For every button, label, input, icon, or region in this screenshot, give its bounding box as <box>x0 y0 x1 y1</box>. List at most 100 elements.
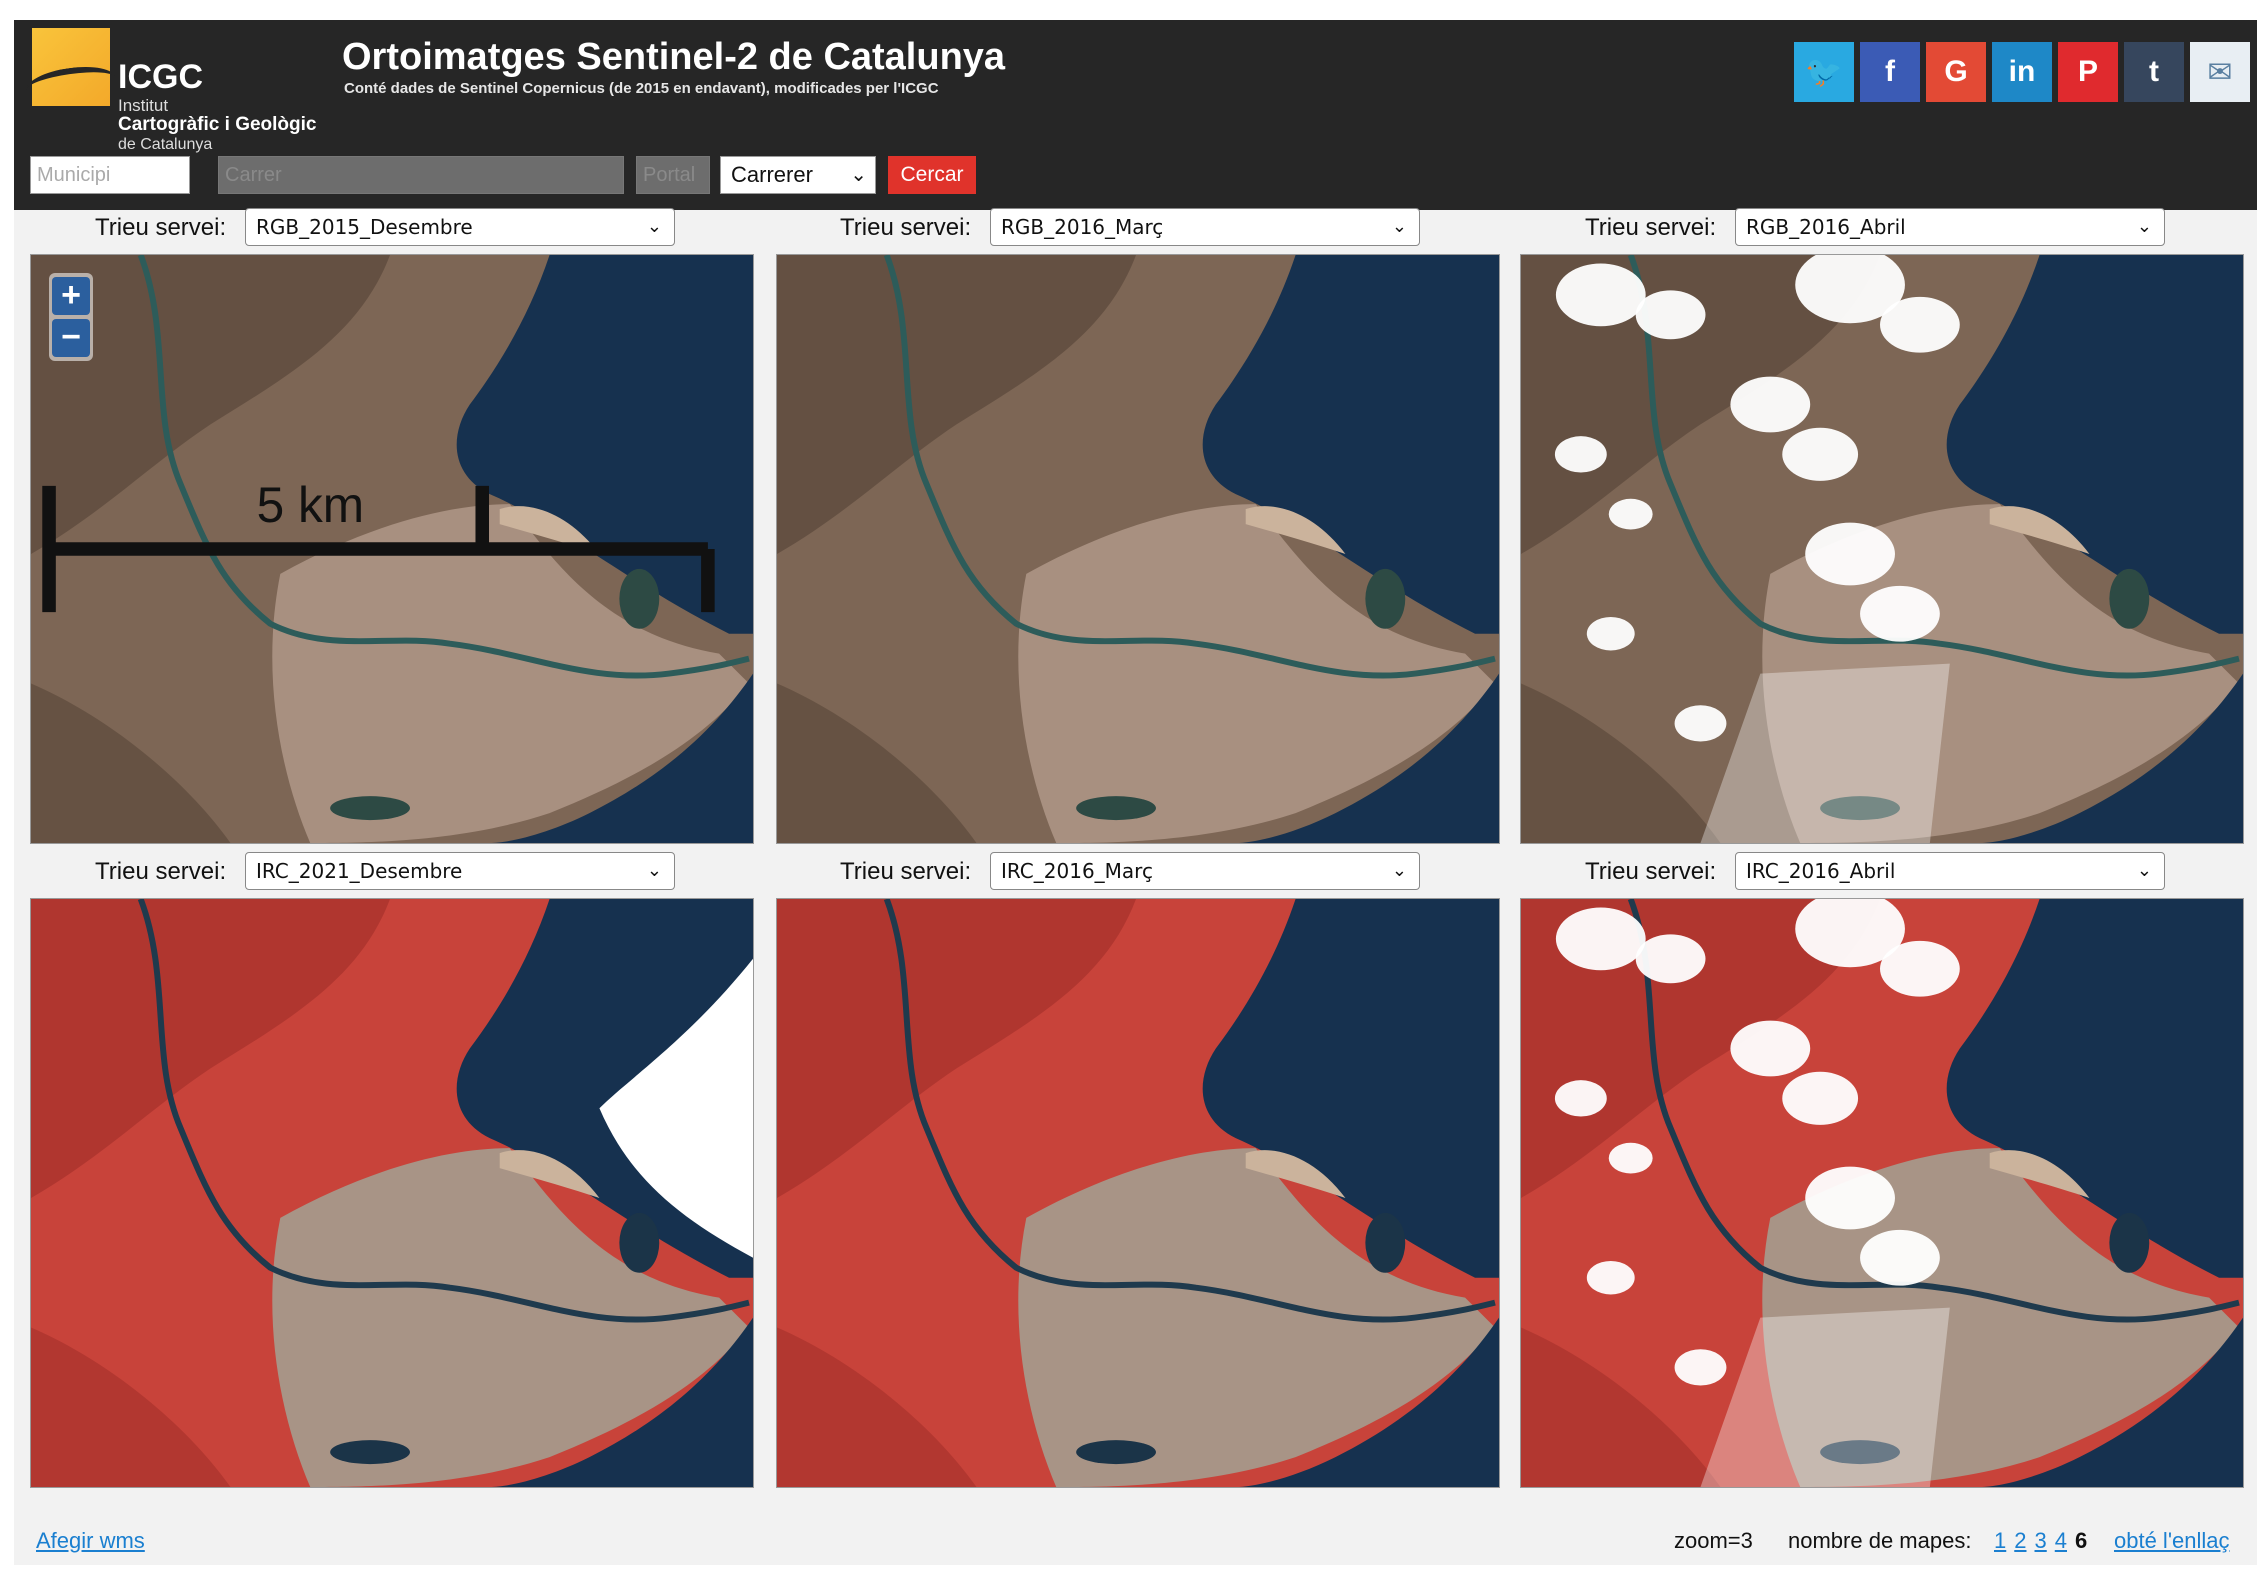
lagoon-1 <box>1365 568 1406 629</box>
search-type-select[interactable]: Carrerer ⌄ <box>720 156 876 194</box>
map-count-link-4[interactable]: 4 <box>2055 1528 2067 1553</box>
chevron-down-icon: ⌄ <box>646 216 662 237</box>
municipality-input[interactable]: Municipi <box>30 156 190 194</box>
cloud-1 <box>1635 290 1706 340</box>
service-select[interactable]: IRC_2016_Març ⌄ <box>990 852 1420 890</box>
service-label: Trieu servei: <box>840 214 972 241</box>
map-view-1[interactable]: + −5 km <box>30 254 754 844</box>
map-view-3[interactable] <box>1520 254 2244 844</box>
zoom-level-text: zoom=3 <box>1674 1528 1753 1553</box>
email-icon: ✉ <box>2207 55 2233 89</box>
logo-line-1: Institut <box>118 96 169 115</box>
map-count-current: 6 <box>2075 1528 2088 1553</box>
street-input[interactable]: Carrer <box>218 156 624 194</box>
add-wms-link[interactable]: Afegir wms <box>36 1528 145 1554</box>
twitter-icon: 🐦 <box>1805 55 1843 89</box>
scale-bar-line <box>42 485 715 613</box>
chevron-down-icon: ⌄ <box>2136 216 2152 237</box>
cloud-9 <box>1586 1260 1635 1295</box>
search-type-value: Carrerer <box>731 162 813 187</box>
facebook-share-button[interactable]: f <box>1860 42 1920 102</box>
scale-bar-label: 5 km <box>257 477 365 533</box>
google-plus-share-button[interactable]: G <box>1926 42 1986 102</box>
social-share-bar: 🐦 f Gin Pt ✉ <box>1794 42 2250 102</box>
cloud-7 <box>1860 585 1940 642</box>
cloud-7 <box>1860 1229 1940 1286</box>
map-count-links: 12346 <box>1994 1528 2087 1554</box>
portal-input[interactable]: Portal <box>636 156 710 194</box>
pinterest-icon: P <box>2077 55 2098 88</box>
cloud-8 <box>1608 1142 1653 1174</box>
satellite-image <box>777 255 1499 843</box>
cloud-6 <box>1805 522 1895 586</box>
cloud-1 <box>1635 934 1706 984</box>
twitter-share-button[interactable]: 🐦 <box>1794 42 1854 102</box>
map-view-6[interactable] <box>1520 898 2244 1488</box>
email-share-button[interactable]: ✉ <box>2190 42 2250 102</box>
cloud-10 <box>1674 1349 1727 1386</box>
lagoon-1 <box>1365 1212 1406 1273</box>
cloud-10 <box>1674 705 1727 742</box>
satellite-image <box>1521 899 2243 1487</box>
satellite-image <box>1521 255 2243 843</box>
page-title: Ortoimatges Sentinel-2 de Catalunya <box>342 36 1006 78</box>
logo-line-2: Cartogràfic i Geològic <box>118 114 317 135</box>
header-bar: ICGC Institut Cartogràfic i Geològic de … <box>14 20 2257 210</box>
cloud-9 <box>1586 616 1635 651</box>
icgc-logo-mark <box>32 28 110 106</box>
cloud-0 <box>1555 907 1646 971</box>
cloud-3 <box>1880 296 1960 353</box>
logo-acronym: ICGC <box>118 58 203 96</box>
service-select-value: IRC_2016_Març <box>1001 859 1153 883</box>
scale-bar: 5 km <box>42 477 715 613</box>
lagoon-1 <box>2109 568 2150 629</box>
cloud-4 <box>1730 1020 1811 1077</box>
map-count-link-1[interactable]: 1 <box>1994 1528 2006 1553</box>
google-plus-icon: G <box>1944 55 1968 88</box>
cloud-6 <box>1805 1166 1895 1230</box>
service-select-value: RGB_2016_Març <box>1001 215 1164 239</box>
service-select-value: IRC_2016_Abril <box>1746 859 1896 883</box>
lagoon-1 <box>2109 1212 2150 1273</box>
service-select[interactable]: IRC_2016_Abril ⌄ <box>1735 852 2165 890</box>
linkedin-share-button[interactable]: in <box>1992 42 2052 102</box>
map-count-label: nombre de mapes: <box>1788 1528 1972 1553</box>
cloud-5 <box>1782 427 1859 481</box>
cloud-11 <box>1554 1080 1607 1117</box>
cloud-11 <box>1554 436 1607 473</box>
cloud-3 <box>1880 940 1960 997</box>
service-select[interactable]: RGB_2016_Abril ⌄ <box>1735 208 2165 246</box>
chevron-down-icon: ⌄ <box>850 164 867 186</box>
service-select[interactable]: RGB_2015_Desembre ⌄ <box>245 208 675 246</box>
service-label: Trieu servei: <box>1585 214 1717 241</box>
tumblr-icon: t <box>2149 55 2159 88</box>
chevron-down-icon: ⌄ <box>2136 860 2152 881</box>
logo-line-3: de Catalunya <box>118 136 213 153</box>
map-count-link-2[interactable]: 2 <box>2014 1528 2026 1553</box>
map-count-link-3[interactable]: 3 <box>2035 1528 2047 1553</box>
page-subtitle: Conté dades de Sentinel Copernicus (de 2… <box>344 80 939 97</box>
lagoon-2 <box>1076 1440 1156 1465</box>
cloud-0 <box>1555 263 1646 327</box>
service-label: Trieu servei: <box>840 858 972 885</box>
tumblr-share-button[interactable]: t <box>2124 42 2184 102</box>
cloud-5 <box>1782 1071 1859 1125</box>
service-select-value: RGB_2015_Desembre <box>256 215 473 239</box>
map-view-4[interactable] <box>30 898 754 1488</box>
service-label: Trieu servei: <box>95 858 227 885</box>
satellite-image <box>31 899 753 1487</box>
search-button[interactable]: Cercar <box>888 156 976 194</box>
map-view-2[interactable] <box>776 254 1500 844</box>
lagoon-2 <box>330 1440 410 1465</box>
service-select-value: IRC_2021_Desembre <box>256 859 463 883</box>
pinterest-share-button[interactable]: P <box>2058 42 2118 102</box>
lagoon-1 <box>619 1212 660 1273</box>
get-link-link[interactable]: obté l'enllaç <box>2114 1528 2230 1554</box>
cloud-8 <box>1608 498 1653 530</box>
chevron-down-icon: ⌄ <box>1391 860 1407 881</box>
lagoon-2 <box>1076 796 1156 821</box>
map-view-5[interactable] <box>776 898 1500 1488</box>
chevron-down-icon: ⌄ <box>1391 216 1407 237</box>
service-select[interactable]: IRC_2021_Desembre ⌄ <box>245 852 675 890</box>
service-select[interactable]: RGB_2016_Març ⌄ <box>990 208 1420 246</box>
